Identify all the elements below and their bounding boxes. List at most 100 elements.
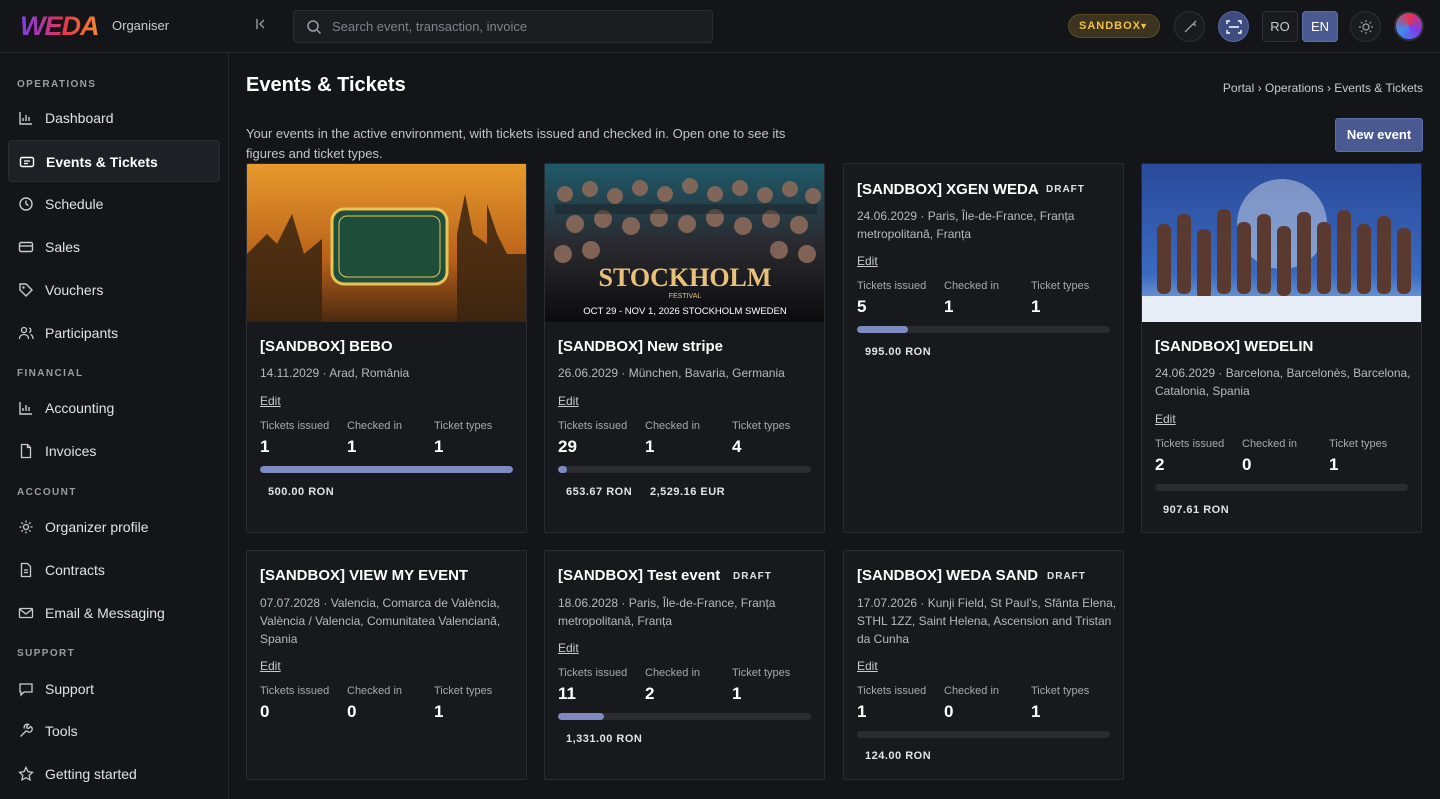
scan-button[interactable] bbox=[1218, 11, 1249, 42]
sidebar-item-sales[interactable]: Sales bbox=[8, 226, 220, 268]
checkin-progress-bar bbox=[558, 466, 811, 473]
checked-in-label: Checked in bbox=[645, 420, 701, 432]
breadcrumb-portal[interactable]: Portal bbox=[1223, 81, 1254, 95]
event-card[interactable]: [SANDBOX] Test event DRAFT 18.06.2028 · … bbox=[544, 550, 825, 780]
wrench-icon bbox=[20, 723, 33, 737]
checked-in-label: Checked in bbox=[347, 685, 403, 697]
gear-icon bbox=[19, 520, 33, 534]
sidebar-item-schedule[interactable]: Schedule bbox=[8, 183, 220, 225]
sidebar-item-label: Vouchers bbox=[45, 282, 104, 298]
event-meta: 17.07.2026 · Kunji Field, St Paul's, Sfâ… bbox=[857, 596, 1117, 646]
sidebar: OPERATIONS Dashboard Events & Tickets Sc… bbox=[0, 53, 229, 799]
edit-link[interactable]: Edit bbox=[260, 659, 281, 673]
event-title[interactable]: [SANDBOX] BEBO bbox=[260, 338, 393, 355]
tickets-issued-value: 1 bbox=[857, 702, 867, 721]
sidebar-item-organizer-profile[interactable]: Organizer profile bbox=[8, 506, 220, 548]
breadcrumb-operations[interactable]: Operations bbox=[1265, 81, 1324, 95]
tickets-issued-label: Tickets issued bbox=[558, 420, 628, 432]
sidebar-item-invoices[interactable]: Invoices bbox=[8, 430, 220, 472]
event-card[interactable]: [SANDBOX] BEBO 14.11.2029 · Arad, Români… bbox=[246, 163, 527, 533]
sidebar-item-accounting[interactable]: Accounting bbox=[8, 387, 220, 429]
sidebar-item-tools[interactable]: Tools bbox=[8, 710, 220, 752]
checked-in-value: 0 bbox=[347, 702, 357, 721]
event-date: 24.06.2029 bbox=[857, 209, 918, 223]
tag-icon bbox=[19, 283, 33, 297]
event-title[interactable]: [SANDBOX] VIEW MY EVENT bbox=[260, 567, 468, 584]
revenue-amount: 1,331.00 RON bbox=[566, 733, 643, 745]
star-icon bbox=[18, 766, 34, 782]
sidebar-item-label: Tools bbox=[45, 723, 78, 739]
credit-card-icon bbox=[18, 241, 34, 253]
edit-link[interactable]: Edit bbox=[558, 641, 579, 655]
sidebar-item-label: Getting started bbox=[45, 766, 137, 782]
tickets-issued-label: Tickets issued bbox=[260, 420, 330, 432]
ticket-types-label: Ticket types bbox=[732, 667, 791, 679]
sidebar-item-support[interactable]: Support bbox=[8, 668, 220, 710]
sidebar-item-dashboard[interactable]: Dashboard bbox=[8, 97, 220, 139]
revenue-amount: 907.61 RON bbox=[1163, 504, 1230, 516]
event-meta: 18.06.2028 · Paris, Île-de-France, Franț… bbox=[558, 596, 776, 628]
poster-subtitle: FESTIVAL bbox=[669, 293, 702, 300]
ticket-types-label: Ticket types bbox=[434, 420, 493, 432]
search-input[interactable] bbox=[332, 11, 702, 42]
event-date: 17.07.2026 bbox=[857, 596, 918, 610]
sidebar-item-contracts[interactable]: Contracts bbox=[8, 549, 220, 591]
tickets-issued-label: Tickets issued bbox=[1155, 438, 1225, 450]
poster-title: STOCKHOLM bbox=[599, 263, 772, 292]
breadcrumb: Portal › Operations › Events & Tickets bbox=[1222, 81, 1423, 95]
event-card[interactable]: STOCKHOLM FESTIVAL OCT 29 - NOV 1, 2026 … bbox=[544, 163, 825, 533]
lang-ro-button[interactable]: RO bbox=[1262, 11, 1298, 42]
revenue-amount: 124.00 RON bbox=[865, 750, 932, 762]
sidebar-item-label: Invoices bbox=[45, 443, 97, 459]
event-card[interactable]: [SANDBOX] WEDELIN 24.06.2029 · Barcelona… bbox=[1141, 163, 1422, 533]
sidebar-item-events-tickets[interactable]: Events & Tickets bbox=[8, 140, 220, 182]
draft-badge: DRAFT bbox=[733, 571, 772, 582]
event-title[interactable]: [SANDBOX] WEDA SAND bbox=[857, 567, 1038, 584]
tools-button[interactable] bbox=[1174, 11, 1205, 42]
edit-link[interactable]: Edit bbox=[1155, 412, 1176, 426]
checkin-progress-bar bbox=[857, 326, 1110, 333]
edit-link[interactable]: Edit bbox=[260, 394, 281, 408]
theme-toggle-button[interactable] bbox=[1350, 11, 1381, 42]
edit-link[interactable]: Edit bbox=[857, 254, 878, 268]
edit-link[interactable]: Edit bbox=[558, 394, 579, 408]
event-meta: 07.07.2028 · Valencia, Comarca de Valènc… bbox=[260, 596, 501, 646]
ticket-types-value: 1 bbox=[434, 702, 444, 721]
lang-en-button[interactable]: EN bbox=[1302, 11, 1338, 42]
checked-in-value: 2 bbox=[645, 684, 655, 703]
page-subtitle: Your events in the active environment, w… bbox=[246, 126, 786, 161]
environment-selector[interactable]: SANDBOX ▼ bbox=[1068, 14, 1160, 38]
event-title[interactable]: [SANDBOX] WEDELIN bbox=[1155, 338, 1313, 355]
collapse-sidebar-icon[interactable] bbox=[250, 14, 272, 38]
checked-in-label: Checked in bbox=[347, 420, 403, 432]
sidebar-item-email-messaging[interactable]: Email & Messaging bbox=[8, 592, 220, 634]
sidebar-item-vouchers[interactable]: Vouchers bbox=[8, 269, 220, 311]
sun-icon bbox=[1359, 20, 1373, 34]
organiser-label: Organiser bbox=[112, 18, 170, 33]
event-title[interactable]: [SANDBOX] Test event bbox=[558, 567, 720, 584]
checked-in-value: 1 bbox=[645, 437, 655, 456]
tickets-issued-label: Tickets issued bbox=[558, 667, 628, 679]
event-date: 18.06.2028 bbox=[558, 596, 619, 610]
ticket-types-label: Ticket types bbox=[732, 420, 791, 432]
tickets-issued-value: 0 bbox=[260, 702, 270, 721]
event-date: 14.11.2029 bbox=[260, 366, 320, 380]
event-card[interactable]: [SANDBOX] XGEN WEDA DRAFT 24.06.2029 · P… bbox=[843, 163, 1124, 533]
sidebar-item-label: Participants bbox=[45, 325, 119, 341]
event-meta: 24.06.2029 · Barcelona, Barcelonès, Barc… bbox=[1155, 366, 1411, 398]
sidebar-item-participants[interactable]: Participants bbox=[8, 312, 220, 354]
event-title[interactable]: [SANDBOX] New stripe bbox=[558, 338, 723, 355]
weda-logo[interactable]: WEDA bbox=[20, 12, 99, 40]
event-title[interactable]: [SANDBOX] XGEN WEDA bbox=[857, 181, 1039, 198]
sidebar-item-getting-started[interactable]: Getting started bbox=[8, 753, 220, 795]
event-card[interactable]: [SANDBOX] VIEW MY EVENT 07.07.2028 · Val… bbox=[246, 550, 527, 780]
user-avatar[interactable] bbox=[1394, 11, 1424, 41]
environment-label: SANDBOX bbox=[1079, 20, 1142, 32]
sidebar-item-label: Dashboard bbox=[45, 110, 114, 126]
ticket-types-label: Ticket types bbox=[1031, 685, 1090, 697]
new-event-button[interactable]: New event bbox=[1335, 118, 1423, 152]
edit-link[interactable]: Edit bbox=[857, 659, 878, 673]
ticket-types-value: 1 bbox=[434, 437, 444, 456]
search-box[interactable] bbox=[293, 10, 713, 43]
event-card[interactable]: [SANDBOX] WEDA SAND DRAFT 17.07.2026 · K… bbox=[843, 550, 1124, 780]
